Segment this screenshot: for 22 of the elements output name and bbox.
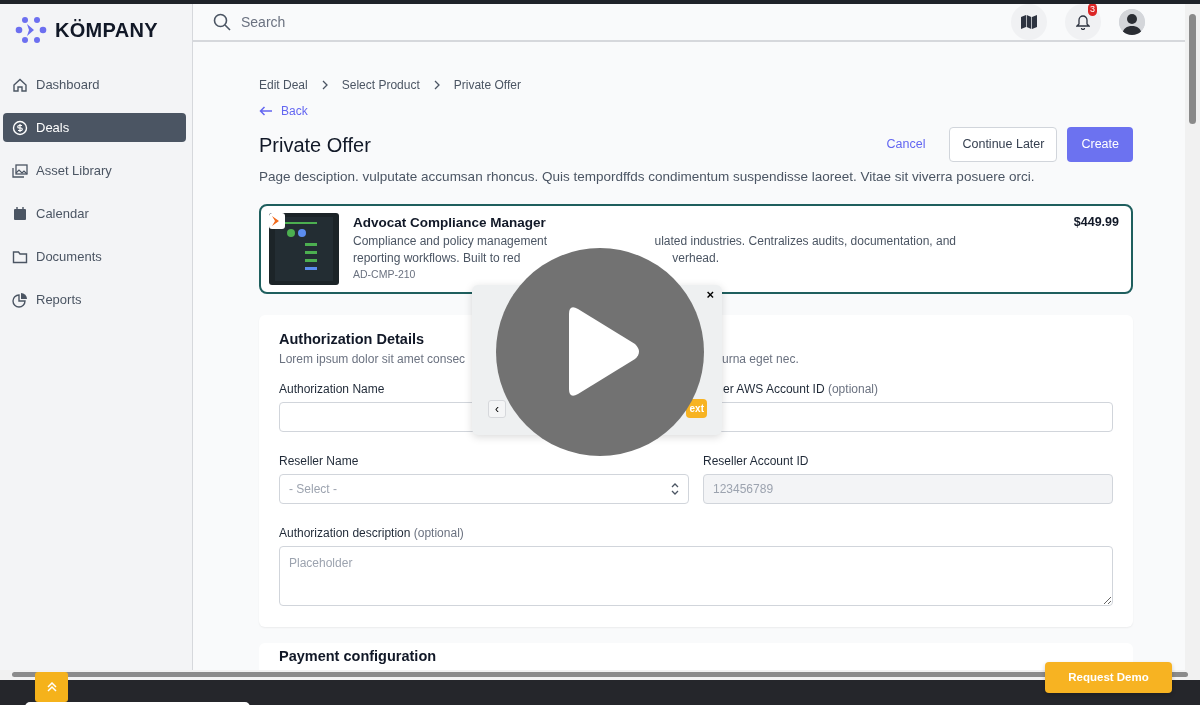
optional-label: (optional) <box>413 526 464 541</box>
product-price: $449.99 <box>1073 213 1119 231</box>
section-title: Authorization Details <box>279 330 425 349</box>
field-label: Reseller Account ID <box>703 454 809 469</box>
product-name: Advocat Compliance Manager <box>353 213 547 232</box>
field-label: Authorization description <box>279 526 411 541</box>
product-description: reporting workflows. Built to red <box>353 250 521 267</box>
field-label: er AWS Account ID <box>723 382 825 397</box>
section-subtitle: urna eget nec. <box>722 351 799 369</box>
section-subtitle: Lorem ipsum dolor sit amet consec <box>279 351 467 369</box>
page-description: Page desciption. vulputate accumsan rhoncus. Quis tempordffds condimentum suspendisse laoreet. Vitae sit viverra posuere orci. <box>259 167 1036 186</box>
page-title: Private Offer <box>259 132 371 157</box>
optional-label: (optional) <box>827 382 878 397</box>
field-label: Reseller Name <box>279 454 359 469</box>
section-title: Payment configuration <box>279 648 437 664</box>
product-description: ulated industries. Centralizes audits, documentation, and <box>654 233 956 250</box>
notification-badge: 3 <box>1088 4 1097 16</box>
product-description: Compliance and policy management <box>353 233 548 250</box>
product-description: verhead. <box>672 250 719 267</box>
brand-name: KÖMPANY <box>55 17 158 43</box>
field-label: Authorization Name <box>279 382 385 397</box>
product-sku: AD-CMP-210 <box>353 267 417 282</box>
